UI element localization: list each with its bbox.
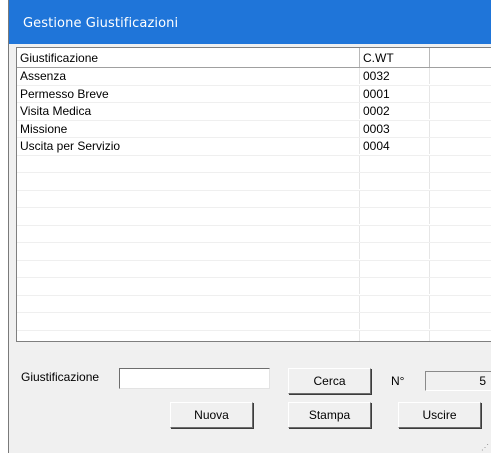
- cell-extra: [430, 313, 491, 329]
- column-header-cwt[interactable]: C.WT: [360, 48, 430, 67]
- cell-cwt: 0002: [360, 103, 430, 119]
- cell-giustificazione: [17, 173, 360, 189]
- cell-giustificazione: [17, 243, 360, 259]
- cell-cwt: 0003: [360, 120, 430, 137]
- cell-giustificazione: Permesso Breve: [17, 85, 360, 102]
- cell-giustificazione: [17, 208, 360, 224]
- cell-cwt: [360, 208, 430, 224]
- cell-giustificazione: Assenza: [17, 68, 360, 84]
- cell-extra: [430, 156, 491, 172]
- cell-extra: [430, 103, 491, 119]
- cell-extra: [430, 191, 491, 207]
- search-button[interactable]: Cerca: [288, 368, 371, 394]
- new-button[interactable]: Nuova: [170, 402, 253, 428]
- grid-header: Giustificazione C.WT: [17, 48, 491, 68]
- cell-extra: [430, 68, 491, 84]
- cell-cwt: [360, 225, 430, 242]
- cell-extra: [430, 331, 491, 342]
- table-row[interactable]: [17, 225, 491, 243]
- app-window: Gestione Giustificazioni Giustificazione…: [8, 0, 491, 453]
- cell-extra: [430, 173, 491, 189]
- cell-giustificazione: Visita Medica: [17, 103, 360, 119]
- cell-extra: [430, 243, 491, 259]
- table-row[interactable]: [17, 173, 491, 191]
- search-label: Giustificazione: [21, 370, 100, 384]
- cell-giustificazione: [17, 190, 360, 207]
- cell-cwt: 0004: [360, 138, 430, 154]
- cell-giustificazione: [17, 155, 360, 172]
- cell-giustificazione: [17, 225, 360, 242]
- cell-extra: [430, 208, 491, 224]
- table-row[interactable]: [17, 155, 491, 173]
- cell-cwt: [360, 260, 430, 277]
- cell-cwt: [360, 243, 430, 259]
- table-row[interactable]: [17, 295, 491, 313]
- cell-extra: [430, 226, 491, 242]
- cell-giustificazione: [17, 313, 360, 329]
- exit-button[interactable]: Uscire: [398, 402, 481, 428]
- cell-giustificazione: [17, 260, 360, 277]
- cell-giustificazione: [17, 295, 360, 312]
- cell-cwt: [360, 295, 430, 312]
- cell-extra: [430, 278, 491, 294]
- counter-label: N°: [391, 374, 405, 388]
- table-row[interactable]: Permesso Breve 0001: [17, 85, 491, 103]
- table-row[interactable]: [17, 243, 491, 261]
- record-count: 5: [425, 371, 491, 391]
- cell-giustificazione: [17, 330, 360, 341]
- table-row[interactable]: [17, 208, 491, 226]
- print-button[interactable]: Stampa: [288, 402, 371, 428]
- justifications-grid[interactable]: Giustificazione C.WT Assenza 0032 Permesso…: [16, 47, 491, 342]
- cell-extra: [430, 138, 491, 154]
- column-header-giustificazione[interactable]: Giustificazione: [17, 48, 360, 67]
- table-row[interactable]: Assenza 0032: [17, 68, 491, 86]
- search-input[interactable]: [119, 368, 270, 389]
- cell-extra: [430, 261, 491, 277]
- table-row[interactable]: [17, 278, 491, 296]
- table-row[interactable]: Uscita per Servizio 0004: [17, 138, 491, 156]
- cell-cwt: [360, 173, 430, 189]
- cell-cwt: [360, 190, 430, 207]
- cell-extra: [430, 296, 491, 312]
- cell-cwt: [360, 155, 430, 172]
- title-bar[interactable]: Gestione Giustificazioni: [9, 0, 491, 44]
- cell-cwt: [360, 330, 430, 341]
- table-row[interactable]: [17, 313, 491, 331]
- table-row[interactable]: [17, 330, 491, 342]
- cell-giustificazione: Uscita per Servizio: [17, 138, 360, 154]
- table-row[interactable]: Missione 0003: [17, 120, 491, 138]
- table-row[interactable]: Visita Medica 0002: [17, 103, 491, 121]
- cell-extra: [430, 121, 491, 137]
- table-row[interactable]: [17, 260, 491, 278]
- cell-extra: [430, 86, 491, 102]
- column-header-extra[interactable]: [430, 48, 491, 67]
- grid-body: Assenza 0032 Permesso Breve 0001 Visita Medi…: [17, 68, 491, 342]
- cell-cwt: 0001: [360, 85, 430, 102]
- cell-cwt: 0032: [360, 68, 430, 84]
- window-title: Gestione Giustificazioni: [23, 16, 179, 31]
- table-row[interactable]: [17, 190, 491, 208]
- cell-giustificazione: Missione: [17, 120, 360, 137]
- cell-cwt: [360, 313, 430, 329]
- resize-grip-icon[interactable]: ⋰: [481, 444, 489, 452]
- cell-cwt: [360, 278, 430, 294]
- cell-giustificazione: [17, 278, 360, 294]
